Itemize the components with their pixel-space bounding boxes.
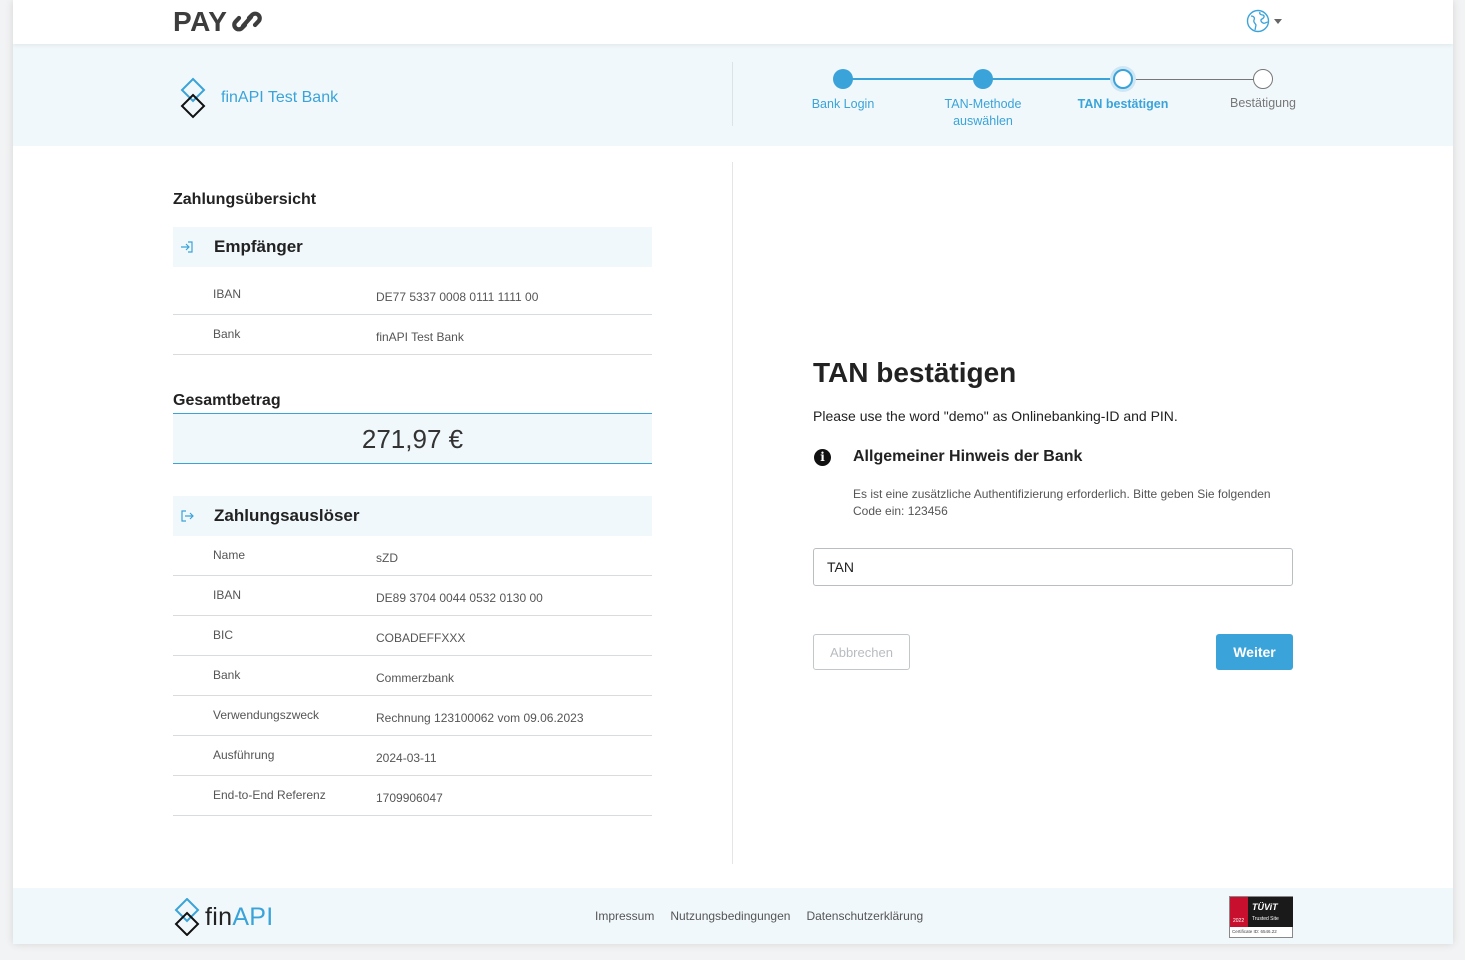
row-value: sZD [376, 551, 398, 565]
bank-diamond-logo-icon [180, 77, 206, 119]
sign-out-icon [181, 510, 194, 522]
next-button[interactable]: Weiter [1216, 634, 1293, 670]
step-dot-tan-method [973, 69, 993, 89]
row-value: Rechnung 123100062 vom 09.06.2023 [376, 711, 584, 725]
step-dot-bank-login [833, 69, 853, 89]
recipient-header: Empfänger [173, 227, 652, 267]
payer-row-bank: Bank Commerzbank [173, 656, 652, 696]
step-label-tan-confirm: TAN bestätigen [1077, 97, 1169, 111]
row-key: Ausführung [213, 748, 275, 762]
step-label-tan-method: TAN-Methode auswählen [944, 97, 1022, 128]
step-label-confirmation: Bestätigung [1229, 96, 1297, 110]
step-dot-confirmation [1253, 69, 1273, 89]
tan-title: TAN bestätigen [813, 357, 1017, 388]
row-value: COBADEFFXXX [376, 631, 466, 645]
footer-links: Impressum Nutzungsbedingungen Datenschut… [595, 909, 923, 923]
row-key: End-to-End Referenz [213, 788, 326, 802]
info-icon: i [814, 449, 831, 466]
row-value: 1709906047 [376, 791, 443, 805]
payer-row-bic: BIC COBADEFFXXX [173, 616, 652, 656]
row-value: 2024-03-11 [376, 751, 437, 765]
row-key: IBAN [213, 588, 242, 602]
payer-row-iban: IBAN DE89 3704 0044 0532 0130 00 [173, 576, 652, 616]
header-divider [732, 62, 733, 126]
row-value: Commerzbank [376, 671, 455, 685]
row-key: Bank [213, 668, 241, 682]
language-selector[interactable] [1246, 9, 1282, 33]
notice-title: Allgemeiner Hinweis der Bank [853, 448, 1083, 465]
pay-logo-text: PAY [173, 6, 228, 37]
payer-title: Zahlungsauslöser [214, 506, 360, 525]
row-key: BIC [213, 628, 234, 642]
app-frame: PAY finAPI Test Bank Bank Login TAN-Meth… [13, 0, 1453, 944]
finapi-logo-fin: fin [205, 902, 233, 931]
cancel-button[interactable]: Abbrechen [813, 634, 910, 670]
footer: fin API Impressum Nutzungsbedingungen Dat… [13, 888, 1453, 944]
bank-header: finAPI Test Bank Bank Login TAN-Methode … [13, 44, 1453, 146]
step-connector-1 [843, 78, 983, 80]
tan-instruction: Please use the word "demo" as Onlinebank… [813, 408, 1178, 424]
total-amount-box: 271,97 € [173, 413, 652, 464]
step-dot-tan-confirm [1113, 69, 1133, 89]
finapi-logo-api: API [232, 902, 274, 931]
content-divider [732, 162, 733, 864]
bank-name: finAPI Test Bank [221, 89, 339, 106]
footer-link-impressum[interactable]: Impressum [595, 909, 654, 923]
payer-row-execution: Ausführung 2024-03-11 [173, 736, 652, 776]
tuvit-trusted-badge[interactable]: TÜViT Trusted Site 2022 Certificate ID: … [1229, 896, 1293, 938]
chevron-down-icon [1274, 18, 1282, 24]
total-title: Gesamtbetrag [173, 392, 281, 409]
finapi-diamond-logo-icon [174, 898, 200, 936]
notice-text: Es ist eine zusätzliche Authentifizierun… [853, 487, 1271, 518]
total-amount: 271,97 € [361, 424, 464, 454]
recipient-row-bank: Bank finAPI Test Bank [173, 315, 652, 355]
recipient-row-iban: IBAN DE77 5337 0008 0111 1111 00 [173, 275, 652, 315]
payer-row-purpose: Verwendungszweck Rechnung 123100062 vom … [173, 696, 652, 736]
badge-brand: TÜViT [1252, 902, 1278, 912]
row-key: IBAN [213, 287, 242, 301]
badge-year: 2022 [1233, 918, 1245, 924]
row-key: Name [213, 548, 246, 562]
row-key: Verwendungszweck [213, 708, 320, 722]
badge-subtitle: Trusted Site [1252, 916, 1279, 922]
step-label-bank-login: Bank Login [811, 97, 875, 111]
finapi-logo[interactable]: fin API [173, 898, 274, 936]
pay-logo[interactable]: PAY [173, 6, 263, 38]
summary-title: Zahlungsübersicht [173, 191, 317, 208]
payer-row-name: Name sZD [173, 536, 652, 576]
globe-icon [1246, 9, 1270, 33]
step-connector-3 [1123, 79, 1263, 80]
progress-stepper: Bank Login TAN-Methode auswählen TAN bes… [773, 66, 1313, 136]
payer-row-e2e-reference: End-to-End Referenz 1709906047 [173, 776, 652, 816]
top-header: PAY [13, 0, 1453, 44]
link-chain-icon [232, 11, 263, 32]
recipient-title: Empfänger [214, 237, 303, 256]
row-key: Bank [213, 327, 241, 341]
payer-header: Zahlungsauslöser [173, 496, 652, 536]
badge-certificate: Certificate ID: 6546.22 [1232, 929, 1277, 934]
row-value: DE77 5337 0008 0111 1111 00 [376, 290, 539, 304]
row-value: finAPI Test Bank [376, 330, 464, 344]
sign-in-icon [181, 241, 193, 253]
step-connector-2 [983, 78, 1123, 80]
tan-input[interactable] [813, 548, 1293, 586]
row-value: DE89 3704 0044 0532 0130 00 [376, 591, 543, 605]
footer-link-privacy[interactable]: Datenschutzerklärung [806, 909, 923, 923]
footer-link-terms[interactable]: Nutzungsbedingungen [670, 909, 790, 923]
